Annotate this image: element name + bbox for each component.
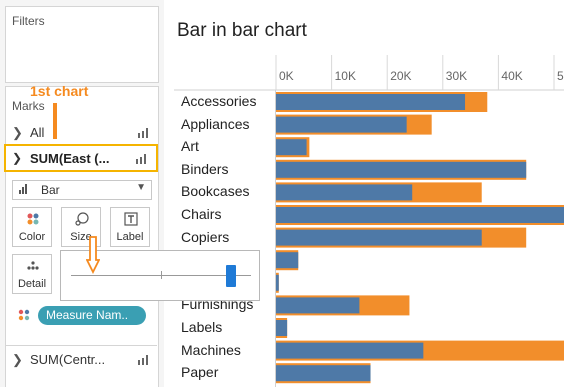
category-label: Binders	[181, 160, 229, 177]
bar-inner	[276, 184, 413, 201]
bar-inner	[276, 94, 466, 110]
down-arrow-icon	[86, 236, 100, 274]
bar-inner	[276, 229, 482, 246]
bar-inner	[276, 207, 564, 223]
category-label: Chairs	[181, 206, 222, 222]
size-slider-handle[interactable]	[226, 265, 237, 287]
bar-inner	[276, 342, 424, 359]
size-slider-tick	[161, 271, 162, 279]
category-label: Appliances	[181, 115, 250, 132]
bar-inner	[276, 252, 299, 269]
bar-inner	[276, 297, 360, 314]
category-label: Machines	[181, 341, 241, 358]
bar-inner	[276, 161, 527, 178]
x-tick-label: 50K	[557, 69, 564, 83]
category-label: Accessories	[181, 93, 257, 109]
category-label: Paper	[181, 364, 219, 381]
category-label: Labels	[181, 319, 223, 335]
category-label: Art	[181, 138, 199, 155]
bar-inner	[276, 139, 307, 156]
x-tick-label: 10K	[335, 69, 356, 83]
category-label: Copiers	[181, 228, 230, 245]
bar-chart: 0K 10K 20K 30K 40K 50K	[174, 55, 564, 387]
bar-inner	[276, 116, 407, 133]
category-label: Bookcases	[181, 183, 250, 200]
x-tick-label: 40K	[501, 69, 522, 83]
bar-inner	[276, 365, 371, 382]
bar-inner	[276, 274, 279, 291]
x-tick-label: 0K	[279, 69, 294, 83]
x-tick-label: 30K	[446, 69, 467, 83]
bar-inner	[276, 320, 288, 336]
x-tick-label: 20K	[390, 69, 411, 83]
